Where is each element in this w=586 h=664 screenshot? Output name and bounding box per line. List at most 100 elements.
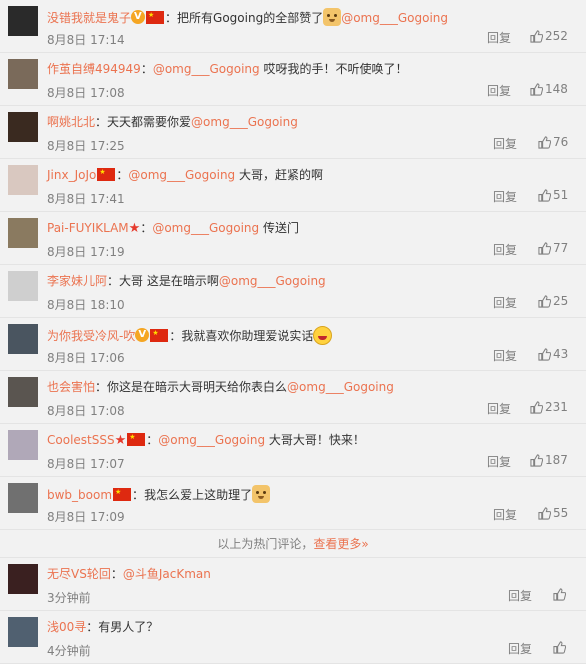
comment-time: 8月8日 17:19 bbox=[47, 245, 125, 259]
comment-text: 啊姚北北：天天都需要你爱@omg___Gogoing bbox=[47, 114, 298, 130]
like-button[interactable]: 43 bbox=[538, 347, 568, 361]
username-link[interactable]: 李家妹儿阿 bbox=[47, 274, 107, 288]
like-button[interactable]: 55 bbox=[538, 506, 568, 520]
like-button[interactable]: 25 bbox=[538, 294, 568, 308]
avatar[interactable] bbox=[8, 112, 38, 142]
comment-body: 我怎么爱上这助理了 bbox=[144, 488, 253, 502]
reply-button[interactable]: 回复 bbox=[493, 506, 517, 523]
avatar[interactable] bbox=[8, 324, 38, 354]
mention-link[interactable]: @omg___Gogoing bbox=[191, 115, 298, 129]
reply-button[interactable]: 回复 bbox=[487, 400, 511, 417]
comment-text: 李家妹儿阿：大哥 这是在暗示啊@omg___Gogoing bbox=[47, 273, 326, 289]
like-button[interactable]: 231 bbox=[530, 400, 568, 414]
avatar[interactable] bbox=[8, 218, 38, 248]
like-button[interactable]: 252 bbox=[530, 29, 568, 43]
thumbs-up-icon bbox=[553, 641, 567, 654]
mention-link[interactable]: @omg___Gogoing bbox=[128, 168, 235, 182]
avatar[interactable] bbox=[8, 483, 38, 513]
username-link[interactable]: 也会害怕 bbox=[47, 380, 95, 394]
avatar[interactable] bbox=[8, 271, 38, 301]
like-count: 231 bbox=[545, 400, 568, 414]
avatar[interactable] bbox=[8, 377, 38, 407]
username-link[interactable]: 作茧自缚494949 bbox=[47, 62, 141, 76]
thumbs-up-icon bbox=[553, 588, 567, 601]
mention-link[interactable]: @omg___Gogoing bbox=[152, 221, 259, 235]
mention-link[interactable]: @omg___Gogoing bbox=[341, 11, 448, 25]
reply-button[interactable]: 回复 bbox=[493, 135, 517, 152]
comment-item: 没错我就是鬼子 ★：把所有Gogoing的全部赞了 @omg___Gogoing 8月… bbox=[0, 0, 586, 53]
like-count: 51 bbox=[553, 188, 569, 202]
separator: ： bbox=[140, 62, 153, 76]
separator: ： bbox=[116, 168, 129, 182]
comment-item: 李家妹儿阿：大哥 这是在暗示啊@omg___Gogoing 8月8日 18:10 回… bbox=[0, 265, 586, 318]
comment-time: 8月8日 17:09 bbox=[47, 510, 125, 524]
comment-item: 也会害怕：你这是在暗示大哥明天给你表白么@omg___Gogoing 8月8日 1… bbox=[0, 371, 586, 424]
avatar[interactable] bbox=[8, 165, 38, 195]
comment-time: 8月8日 17:41 bbox=[47, 192, 125, 206]
comment-body: 大哥大哥！快来！ bbox=[265, 433, 365, 447]
like-button[interactable]: 187 bbox=[530, 453, 568, 467]
china-flag-icon: ★ bbox=[146, 11, 165, 24]
comment-list: 没错我就是鬼子★：把所有Gogoing的全部赞了@omg___Gogoing8月… bbox=[0, 0, 586, 664]
comment-body: 我就喜欢你助理爱说实话 bbox=[181, 329, 314, 343]
reply-button[interactable]: 回复 bbox=[493, 294, 517, 311]
separator: ： bbox=[86, 620, 99, 634]
like-button[interactable] bbox=[553, 640, 568, 654]
like-count: 76 bbox=[553, 135, 569, 149]
thumbs-up-icon bbox=[538, 507, 552, 520]
comment-item: 啊姚北北：天天都需要你爱@omg___Gogoing 8月8日 17:25 回复 76 bbox=[0, 106, 586, 159]
like-count: 55 bbox=[553, 506, 569, 520]
mention-link[interactable]: @斗鱼JacKman bbox=[123, 567, 211, 581]
like-button[interactable]: 76 bbox=[538, 135, 568, 149]
like-button[interactable]: 77 bbox=[538, 241, 568, 255]
username-link[interactable]: 啊姚北北 bbox=[47, 115, 95, 129]
like-button[interactable] bbox=[553, 587, 568, 601]
separator: ： bbox=[110, 567, 123, 581]
like-button[interactable]: 148 bbox=[530, 82, 568, 96]
mention-link[interactable]: @omg___Gogoing bbox=[153, 62, 260, 76]
comment-text: Pai-FUYIKLAM★：@omg___Gogoing 传送门 bbox=[47, 220, 299, 237]
comment-time: 8月8日 17:07 bbox=[47, 457, 125, 471]
reply-button[interactable]: 回复 bbox=[508, 640, 532, 657]
username-link[interactable]: 无尽VS轮回 bbox=[47, 567, 111, 581]
reply-button[interactable]: 回复 bbox=[493, 188, 517, 205]
username-link[interactable]: 浅00寻 bbox=[47, 620, 86, 634]
mention-link[interactable]: @omg___Gogoing bbox=[287, 380, 394, 394]
comment-text: Jinx_JoJo ★ ：@omg___Gogoing 大哥，赶紧的啊 bbox=[47, 167, 323, 183]
avatar[interactable] bbox=[8, 430, 38, 460]
china-flag-icon: ★ bbox=[150, 329, 169, 342]
view-more-link[interactable]: 查看更多» bbox=[313, 537, 368, 551]
china-flag-icon: ★ bbox=[113, 488, 132, 501]
reply-button[interactable]: 回复 bbox=[487, 453, 511, 470]
comment-text: 没错我就是鬼子 ★：把所有Gogoing的全部赞了 @omg___Gogoing bbox=[47, 8, 448, 26]
like-count: 148 bbox=[545, 82, 568, 96]
mention-link[interactable]: @omg___Gogoing bbox=[219, 274, 326, 288]
hot-comments-note: 以上为热门评论， bbox=[217, 537, 314, 551]
reply-button[interactable]: 回复 bbox=[493, 347, 517, 364]
avatar[interactable] bbox=[8, 59, 38, 89]
avatar[interactable] bbox=[8, 6, 38, 36]
comment-item: 浅00寻：有男人了？ 4分钟前 回复 bbox=[0, 611, 586, 664]
like-button[interactable]: 51 bbox=[538, 188, 568, 202]
reply-button[interactable]: 回复 bbox=[508, 587, 532, 604]
reply-button[interactable]: 回复 bbox=[487, 82, 511, 99]
username-link[interactable]: bwb_boom bbox=[47, 488, 112, 502]
username-link[interactable]: 没错我就是鬼子 bbox=[47, 11, 131, 25]
comment-body: 大哥 这是在暗示啊 bbox=[119, 274, 219, 288]
vip-badge-icon bbox=[135, 328, 150, 342]
avatar[interactable] bbox=[8, 564, 38, 594]
username-link[interactable]: CoolestSSS bbox=[47, 433, 115, 447]
comment-item: Jinx_JoJo ★ ：@omg___Gogoing 大哥，赶紧的啊 8月8日 17… bbox=[0, 159, 586, 212]
avatar[interactable] bbox=[8, 617, 38, 647]
mention-link[interactable]: @omg___Gogoing bbox=[158, 433, 265, 447]
comment-time: 3分钟前 bbox=[47, 591, 91, 605]
comment-item: CoolestSSS★ ★ ：@omg___Gogoing 大哥大哥！快来！ 8月8日… bbox=[0, 424, 586, 477]
separator: ： bbox=[140, 221, 153, 235]
username-link[interactable]: Pai-FUYIKLAM bbox=[47, 221, 129, 235]
separator: ： bbox=[95, 380, 108, 394]
reply-button[interactable]: 回复 bbox=[487, 29, 511, 46]
reply-button[interactable]: 回复 bbox=[493, 241, 517, 258]
username-link[interactable]: Jinx_JoJo bbox=[47, 168, 96, 182]
username-link[interactable]: 为你我受冷风-吹 bbox=[47, 329, 135, 343]
comment-body: 传送门 bbox=[259, 221, 299, 235]
